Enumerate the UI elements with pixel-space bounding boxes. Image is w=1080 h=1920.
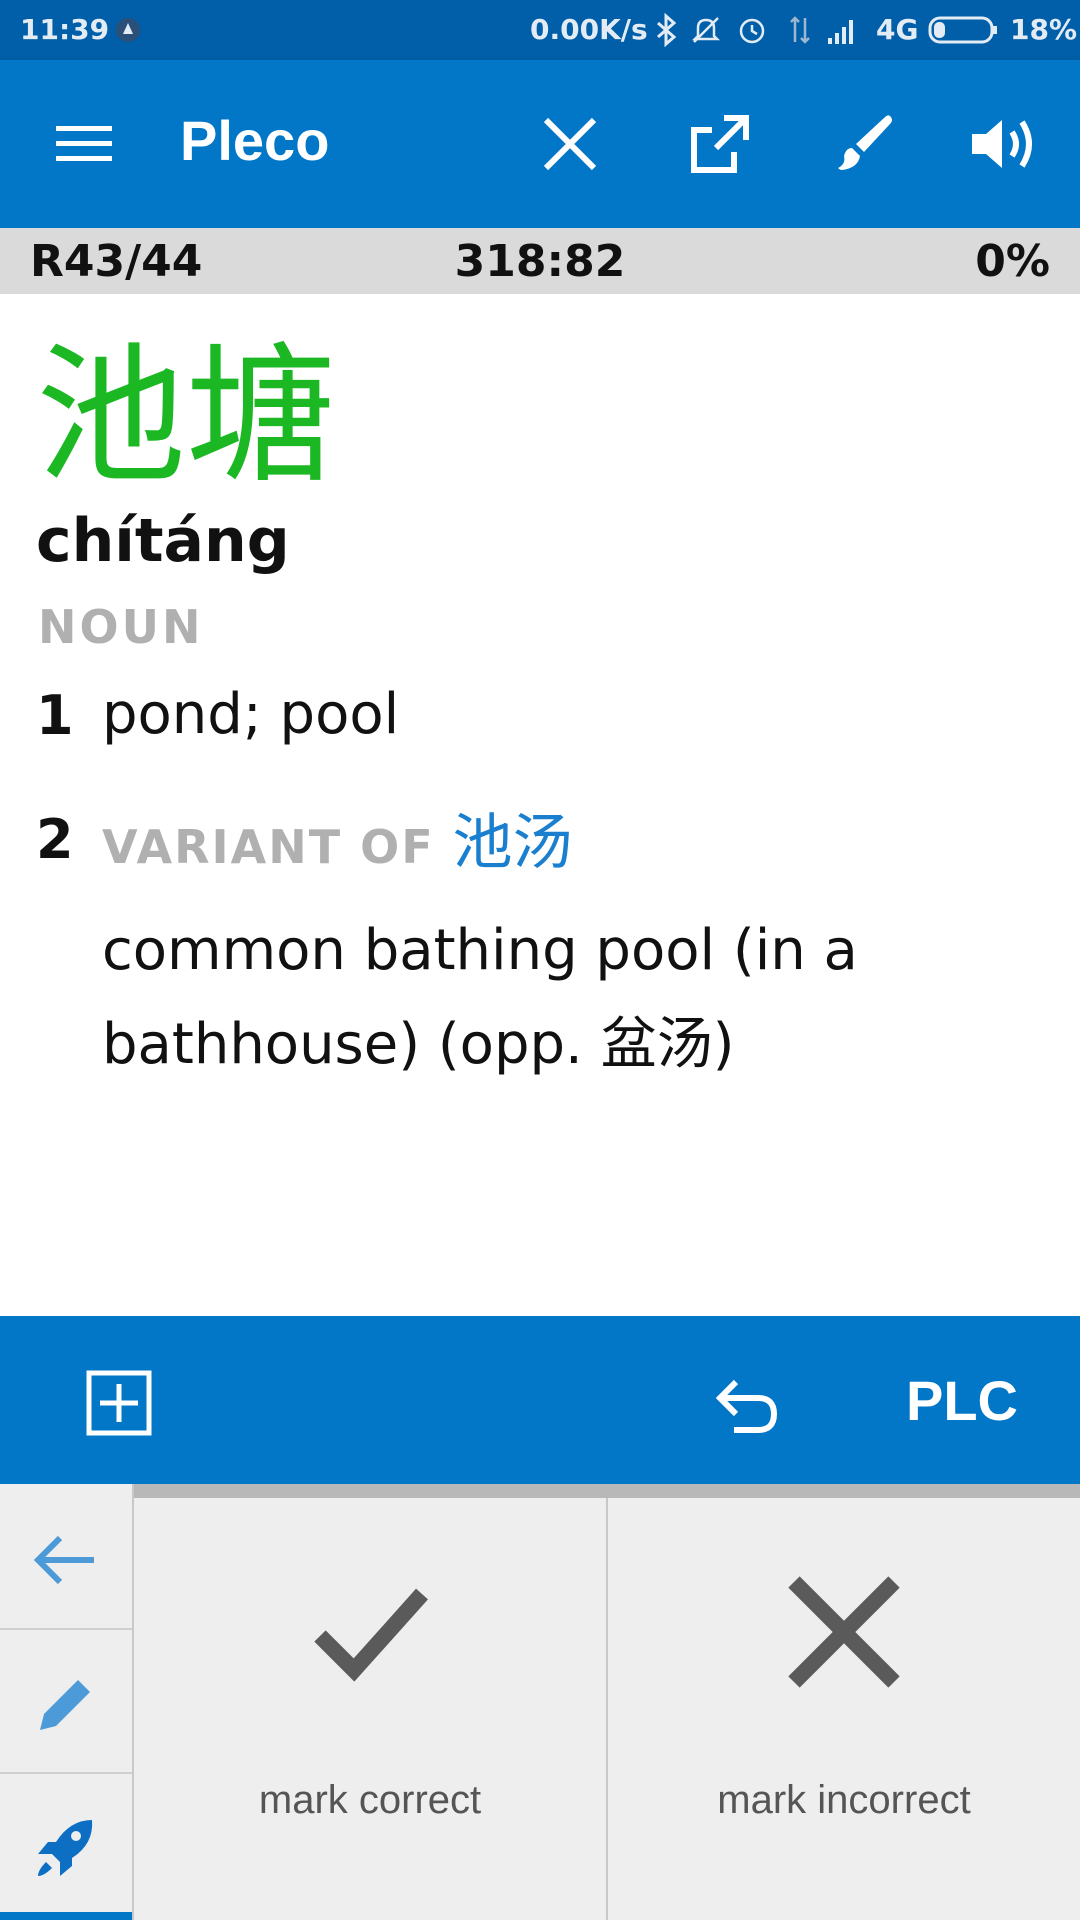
definition-text: pond; pool (102, 682, 400, 747)
data-transfer-icon (790, 16, 810, 44)
rocket-button[interactable] (0, 1772, 132, 1916)
mark-correct-label: mark correct (258, 1778, 482, 1822)
quiz-progress-bar: 318:82 R43/44 0% (0, 228, 1080, 294)
status-bar: 11:39 0.00K/s 4G 18% (0, 0, 1080, 60)
alarm-icon (739, 18, 765, 44)
status-battery-percent: 18% (1010, 13, 1078, 46)
bluetooth-icon (657, 12, 677, 48)
part-of-speech: NOUN (38, 600, 204, 654)
pleco-flashcard-screen: 11:39 0.00K/s 4G 18% Pleco 318:82 R43/44… (0, 0, 1080, 1920)
open-external-icon[interactable] (684, 108, 756, 180)
definition-number: 1 (36, 684, 74, 747)
checkmark-icon (314, 1588, 428, 1682)
mark-correct-button[interactable]: mark correct (134, 1498, 606, 1920)
notification-icon (116, 18, 140, 42)
arrow-left-icon (33, 1535, 94, 1585)
pencil-icon (40, 1680, 90, 1730)
progress-right: 0% (975, 236, 1050, 287)
mark-incorrect-button[interactable]: mark incorrect (608, 1498, 1080, 1920)
pinyin: chítáng (36, 506, 290, 576)
answer-strip (134, 1484, 1080, 1498)
flashcard-content: 池塘 chítáng NOUN 1 pond; pool 2 VARIANT O… (0, 294, 1080, 1316)
undo-icon[interactable] (710, 1368, 782, 1440)
signal-icon (828, 20, 853, 44)
variant-link[interactable]: 池汤 (452, 808, 572, 878)
app-bar: Pleco (0, 60, 1080, 228)
mark-incorrect-label: mark incorrect (717, 1778, 971, 1822)
add-card-icon[interactable] (84, 1368, 154, 1438)
headword: 池塘 (36, 330, 337, 504)
mute-notifications-icon (691, 17, 721, 43)
app-title: Pleco (180, 109, 330, 172)
x-mark-icon (788, 1576, 900, 1688)
close-icon[interactable] (534, 108, 606, 180)
speaker-icon[interactable] (968, 108, 1040, 180)
variant-line: VARIANT OF 池汤 (102, 794, 572, 881)
variant-of-label: VARIANT OF (102, 820, 435, 874)
side-actions (0, 1484, 134, 1920)
active-indicator (0, 1912, 132, 1920)
status-net-speed: 0.00K/s (530, 13, 648, 46)
brush-icon[interactable] (828, 108, 900, 180)
rocket-icon (38, 1820, 93, 1876)
status-network-type: 4G (876, 13, 919, 46)
battery-icon (928, 16, 997, 44)
edit-button[interactable] (0, 1628, 132, 1774)
progress-left: R43/44 (30, 236, 203, 287)
status-time: 11:39 (20, 13, 110, 46)
card-toolbar: PLC (0, 1316, 1080, 1484)
menu-icon[interactable] (52, 112, 116, 176)
definition-number: 2 (36, 808, 74, 871)
quiz-answer-panel: mark correct mark incorrect (0, 1484, 1080, 1920)
definition-text: common bathing pool (in a bathhouse) (op… (102, 918, 858, 1077)
plc-button[interactable]: PLC (906, 1368, 1018, 1433)
back-button[interactable] (0, 1484, 132, 1630)
